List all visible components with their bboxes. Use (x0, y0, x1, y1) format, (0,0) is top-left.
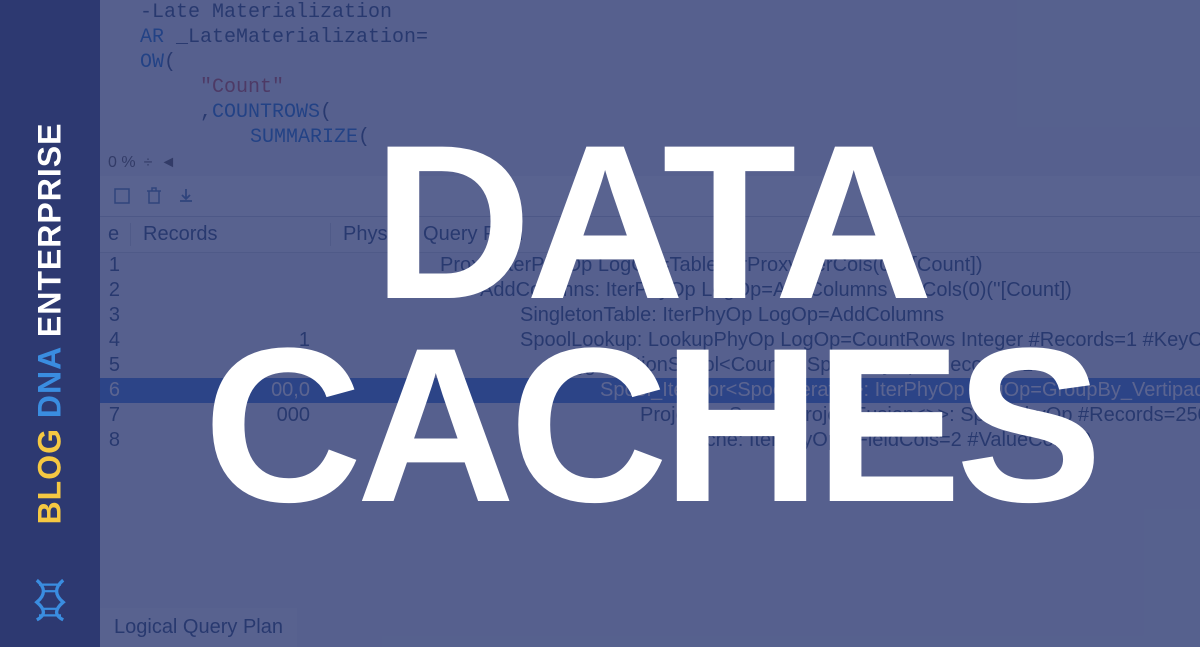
sidebar-brand: BLOG DNA ENTERPRISE (32, 123, 69, 525)
dark-overlay (100, 0, 1200, 647)
sidebar: BLOG DNA ENTERPRISE (0, 0, 100, 647)
dna-helix-icon (28, 578, 72, 622)
brand-blog: BLOG (32, 428, 68, 524)
brand-enterprise: ENTERPRISE (32, 123, 68, 337)
brand-dna: DNA (32, 347, 68, 418)
